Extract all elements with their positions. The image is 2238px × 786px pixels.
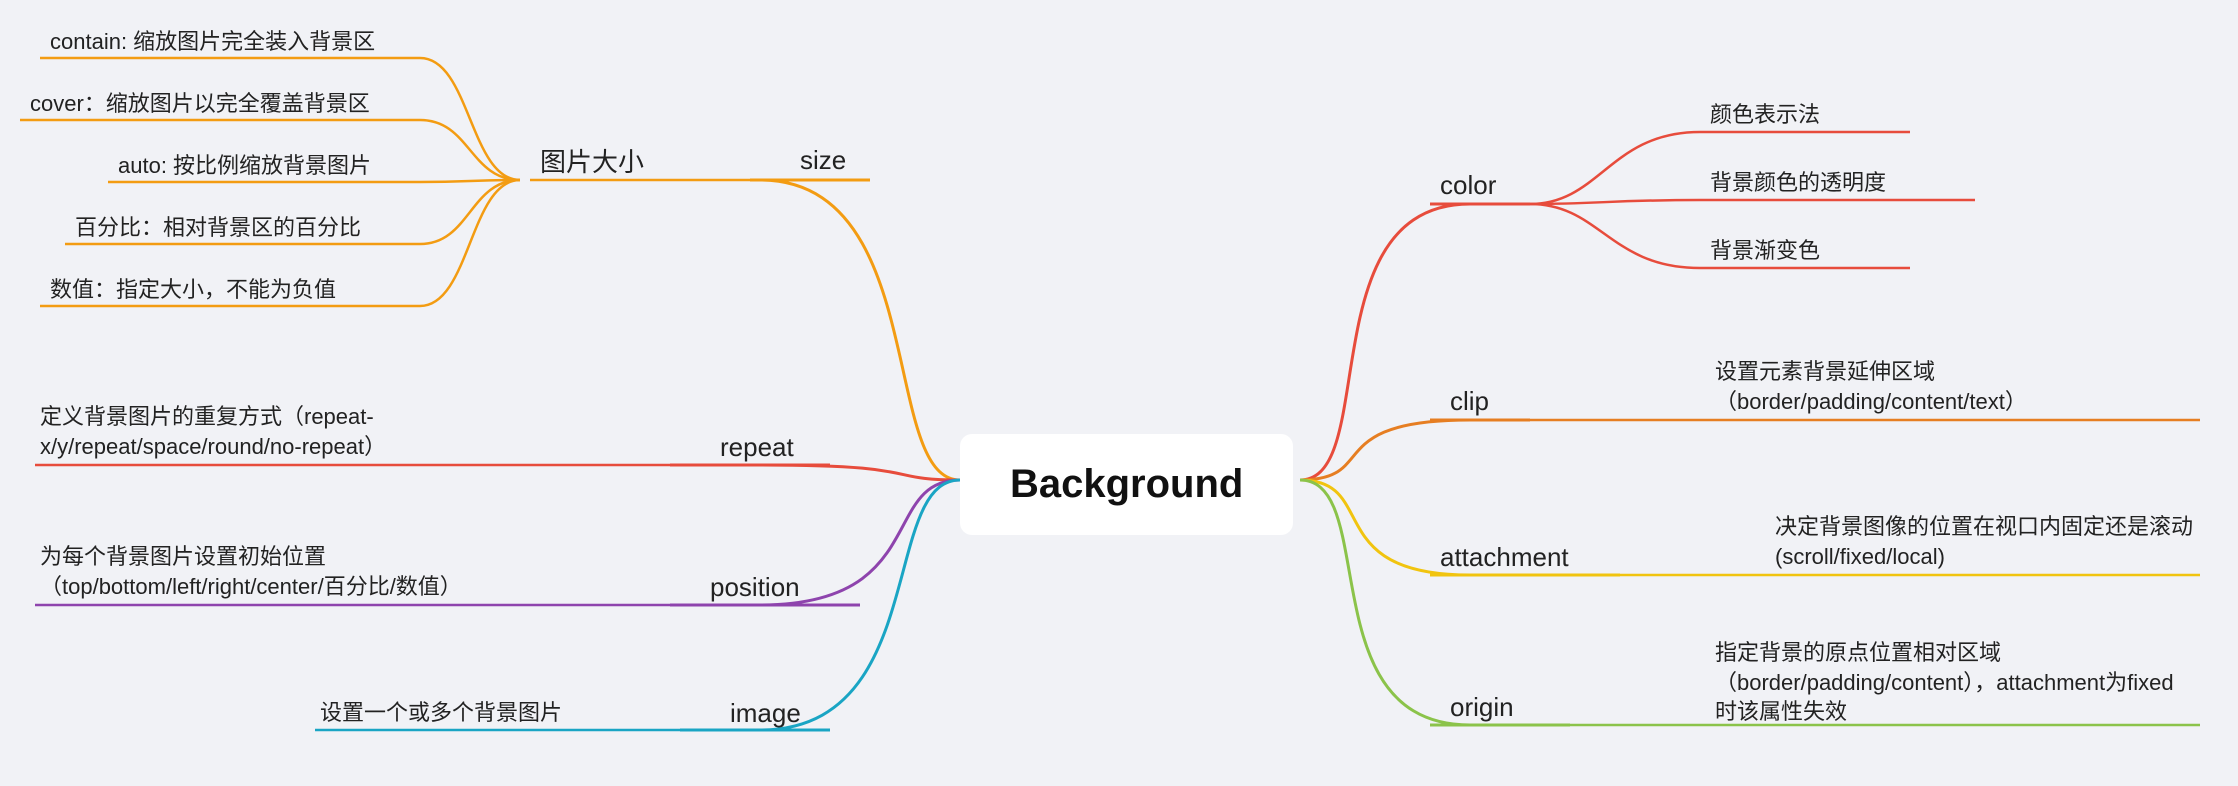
leaf-origin-detail[interactable]: 指定背景的原点位置相对区域（border/padding/content），at… — [1715, 638, 2195, 727]
topic-origin[interactable]: origin — [1450, 690, 1514, 725]
topic-image[interactable]: image — [730, 696, 801, 731]
topic-size-sub[interactable]: 图片大小 — [540, 145, 644, 180]
topic-attachment[interactable]: attachment — [1440, 540, 1569, 575]
leaf-attachment-detail[interactable]: 决定背景图像的位置在视口内固定还是滚动(scroll/fixed/local) — [1775, 512, 2200, 571]
topic-size[interactable]: size — [800, 143, 846, 178]
leaf-size-number[interactable]: 数值：指定大小，不能为负值 — [50, 275, 336, 305]
leaf-color-notation[interactable]: 颜色表示法 — [1710, 100, 1820, 130]
topic-color[interactable]: color — [1440, 168, 1496, 203]
leaf-repeat-detail[interactable]: 定义背景图片的重复方式（repeat-x/y/repeat/space/roun… — [40, 402, 580, 461]
topic-clip[interactable]: clip — [1450, 384, 1489, 419]
leaf-size-auto[interactable]: auto: 按比例缩放背景图片 — [118, 151, 371, 181]
center-label: Background — [1010, 462, 1243, 506]
topic-repeat[interactable]: repeat — [720, 430, 794, 465]
leaf-color-gradient[interactable]: 背景渐变色 — [1710, 236, 1820, 266]
leaf-size-cover[interactable]: cover：缩放图片以完全覆盖背景区 — [30, 89, 370, 119]
leaf-color-opacity[interactable]: 背景颜色的透明度 — [1710, 168, 1886, 198]
center-topic[interactable]: Background — [960, 434, 1293, 535]
leaf-clip-detail[interactable]: 设置元素背景延伸区域（border/padding/content/text） — [1715, 357, 2195, 416]
topic-position[interactable]: position — [710, 570, 800, 605]
leaf-image-detail[interactable]: 设置一个或多个背景图片 — [320, 698, 562, 728]
leaf-size-contain[interactable]: contain: 缩放图片完全装入背景区 — [50, 27, 375, 57]
leaf-position-detail[interactable]: 为每个背景图片设置初始位置（top/bottom/left/right/cent… — [40, 542, 580, 601]
leaf-size-percent[interactable]: 百分比：相对背景区的百分比 — [75, 213, 361, 243]
